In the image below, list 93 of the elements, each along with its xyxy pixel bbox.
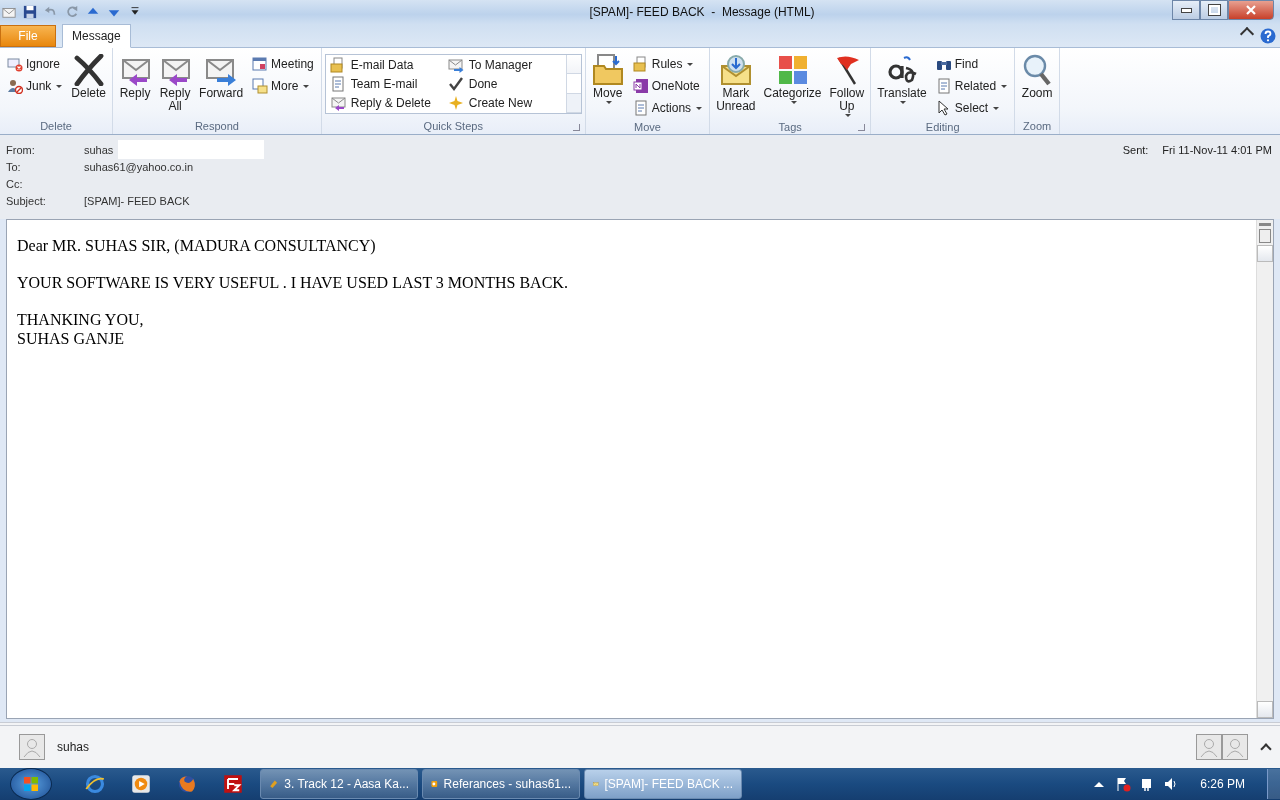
magnifier-icon	[1021, 54, 1054, 86]
body-text: YOUR SOFTWARE IS VERY USEFUL . I HAVE USED LAST 3 MONTHS BACK.	[17, 273, 569, 292]
caret-icon	[790, 101, 797, 104]
ribbon-button[interactable]: Junk	[3, 75, 67, 97]
caret-icon	[993, 106, 1000, 110]
show-desktop-button[interactable]	[1267, 769, 1280, 799]
ribbon-button[interactable]: Zoom	[1018, 51, 1057, 103]
group-label: Quick Steps	[423, 120, 483, 132]
group-label: Move	[634, 120, 661, 133]
group-label: Delete	[40, 120, 72, 132]
restore-button[interactable]	[1200, 0, 1228, 20]
envelope-arrow-icon	[719, 54, 752, 86]
ribbon-button[interactable]: Categorize	[760, 51, 825, 107]
start-button[interactable]	[10, 768, 52, 800]
close-icon	[1245, 5, 1257, 15]
reply-envelope-icon	[329, 94, 346, 111]
body-text: Dear MR. SUHAS SIR, (MADURA CONSULTANCY)	[17, 236, 377, 255]
ribbon-button[interactable]: Rules	[628, 53, 707, 75]
color-grid-icon	[776, 54, 809, 86]
quick-step[interactable]: To Manager	[445, 55, 564, 74]
calendar-icon	[252, 56, 269, 72]
field-label: Sent:	[1122, 143, 1149, 156]
folder-document-icon	[632, 56, 649, 72]
caret-icon	[303, 84, 310, 88]
ribbon-button[interactable]: Ignore	[3, 53, 67, 75]
ribbon-button[interactable]: Actions	[628, 97, 707, 119]
taskbar-button[interactable]: 3. Track 12 - Aasa Ka...	[260, 769, 418, 799]
ribbon-button[interactable]: Reply	[116, 51, 155, 103]
field-label: To:	[6, 160, 22, 173]
ribbon-button[interactable]: Meeting	[248, 53, 318, 75]
body-text: SUHAS GANJE	[17, 329, 126, 348]
group-label: Zoom	[1023, 120, 1052, 132]
group-label: Respond	[194, 120, 239, 132]
folder-icon	[591, 54, 624, 86]
field-value: Fri 11-Nov-11 4:01 PM	[1162, 143, 1272, 156]
ribbon-button[interactable]: Related	[931, 75, 1012, 97]
avatar-icon	[19, 734, 45, 760]
check-icon	[447, 75, 464, 92]
person-block-icon	[7, 78, 23, 94]
group-label: Tags	[778, 121, 802, 133]
dialog-launcher-icon[interactable]	[572, 124, 580, 131]
ribbon-button[interactable]: More	[248, 75, 318, 97]
ribbon-button[interactable]: Reply All	[156, 51, 195, 116]
field-label: Cc:	[6, 177, 24, 190]
caret-icon	[605, 101, 612, 104]
caret-icon	[696, 106, 703, 110]
caret-icon	[56, 84, 63, 88]
field-value: [SPAM]- FEED BACK	[84, 194, 190, 207]
field-label: Subject:	[6, 194, 47, 207]
document-icon	[329, 75, 346, 92]
ribbon-tab[interactable]: Message	[62, 24, 131, 48]
quick-step[interactable]: Reply & Delete	[327, 93, 446, 112]
field-value: suhas	[84, 143, 114, 156]
minimize-button[interactable]	[1172, 0, 1200, 20]
quick-step[interactable]: E-mail Data	[327, 55, 446, 74]
avatar-icon	[1196, 734, 1222, 760]
ribbon-button[interactable]: Forward	[196, 51, 247, 103]
ribbon-button[interactable]: Follow Up	[826, 51, 868, 120]
clock[interactable]: 6:26 PM	[1200, 777, 1245, 791]
close-button[interactable]	[1228, 0, 1274, 20]
taskbar-button[interactable]: Referances - suhas61...	[422, 769, 580, 799]
field-label: From:	[6, 143, 36, 156]
contact-name: suhas	[57, 740, 90, 754]
ribbon-button[interactable]: Translate	[874, 51, 930, 107]
help-icon[interactable]	[1260, 28, 1276, 44]
windows-flag-icon	[23, 776, 39, 792]
ribbon-button[interactable]: Select	[931, 97, 1012, 119]
body-text: THANKING YOU,	[17, 310, 145, 329]
ribbon-button[interactable]: Delete	[68, 51, 110, 103]
caret-icon	[844, 114, 851, 117]
quick-step[interactable]: Done	[445, 74, 564, 93]
document-icon	[935, 78, 952, 94]
envelope-cross-icon	[7, 56, 23, 72]
ribbon-button[interactable]: OneNote	[628, 75, 707, 97]
caret-icon	[1001, 84, 1008, 88]
cross-icon	[72, 54, 105, 86]
ribbon-button[interactable]: Find	[931, 53, 1012, 75]
calendar-envelope-icon	[252, 78, 269, 94]
avatar-icon	[1222, 734, 1248, 760]
field-value: suhas61@yahoo.co.in	[84, 160, 194, 173]
group-label: Editing	[925, 120, 960, 133]
ribbon-button[interactable]: Mark Unread	[713, 51, 759, 116]
caret-icon	[900, 101, 906, 104]
quick-step[interactable]: Team E-mail	[327, 74, 446, 93]
dialog-launcher-icon[interactable]	[858, 124, 866, 131]
document-icon	[632, 100, 649, 116]
caret-icon	[687, 62, 694, 66]
envelope-icon	[2, 5, 16, 19]
ribbon-button[interactable]: Move	[588, 51, 627, 107]
letters-icon	[886, 54, 918, 86]
window-title: [SPAM]- FEED BACK - Message (HTML)	[588, 5, 816, 19]
notebook-icon	[632, 78, 649, 94]
quick-step[interactable]: Create New	[445, 93, 564, 112]
